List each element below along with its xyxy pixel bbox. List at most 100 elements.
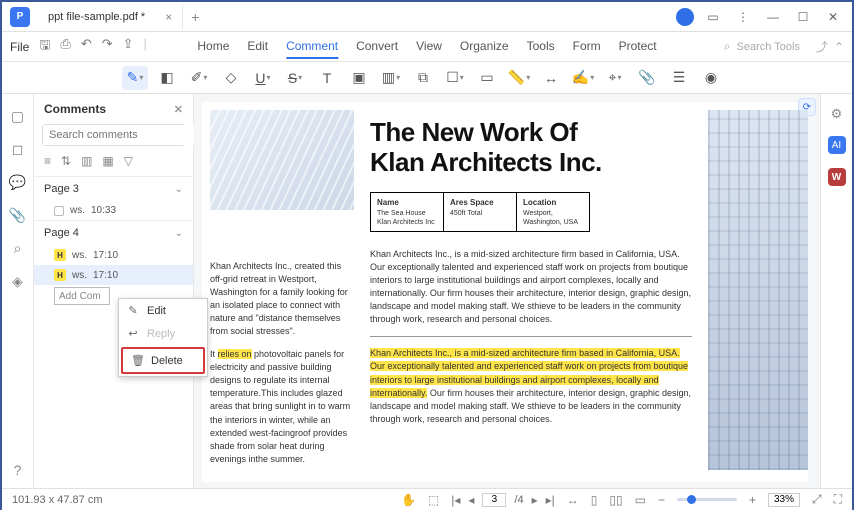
callout-tool[interactable]: ▣: [346, 66, 372, 90]
first-page-icon[interactable]: |◂: [451, 493, 460, 507]
hand-tool-icon[interactable]: ✋: [401, 493, 416, 507]
collapse-ribbon-icon[interactable]: ⌃: [834, 40, 844, 54]
zoom-slider[interactable]: [677, 498, 737, 501]
comments-list-tool[interactable]: ☰: [666, 66, 692, 90]
tab-protect[interactable]: Protect: [619, 35, 657, 59]
search-tools-input[interactable]: Search Tools: [737, 41, 800, 53]
close-panel-icon[interactable]: ✕: [174, 103, 183, 116]
file-menu[interactable]: File: [10, 40, 29, 54]
tab-organize[interactable]: Organize: [460, 35, 509, 59]
document-area[interactable]: ⟳ Khan Architects Inc., created this off…: [194, 94, 820, 488]
distance-tool[interactable]: ↔: [538, 66, 564, 90]
highlighted-text[interactable]: relies on: [218, 349, 252, 359]
feedback-icon[interactable]: ▭: [702, 10, 724, 24]
signature-tool[interactable]: ✍▾: [570, 66, 596, 90]
comment-user: ws.: [72, 250, 87, 261]
help-icon[interactable]: ?: [14, 462, 22, 478]
zoom-in-icon[interactable]: +: [749, 493, 756, 507]
fit-width-icon[interactable]: ↔: [567, 493, 579, 507]
tab-comment[interactable]: Comment: [286, 35, 338, 59]
checkbox[interactable]: [54, 206, 64, 216]
word-export-icon[interactable]: W: [828, 168, 846, 186]
tab-form[interactable]: Form: [573, 35, 601, 59]
reply-icon: ↩: [127, 327, 139, 340]
comment-item[interactable]: H ws. 17:10: [34, 245, 193, 265]
layers-icon[interactable]: ◈: [12, 273, 23, 290]
document-tab[interactable]: ppt file-sample.pdf * ×: [38, 5, 183, 29]
two-page-icon[interactable]: ▯▯: [609, 493, 622, 507]
comment-item[interactable]: ws. 10:33: [34, 201, 193, 220]
left-paragraph-1: Khan Architects Inc., created this off-g…: [210, 260, 354, 338]
left-paragraph-2: It relies on photovoltaic panels for ele…: [210, 348, 354, 465]
zoom-knob[interactable]: [687, 495, 696, 504]
user-avatar[interactable]: [676, 8, 694, 26]
thumbnails-icon[interactable]: ▢: [11, 108, 24, 125]
context-delete[interactable]: 🗑 Delete: [121, 347, 205, 374]
add-comment-input[interactable]: Add Com: [54, 287, 110, 305]
tab-view[interactable]: View: [416, 35, 442, 59]
stamp2-tool[interactable]: ⌖▾: [602, 66, 628, 90]
page-input[interactable]: [482, 493, 506, 507]
more-icon[interactable]: ⋮: [732, 10, 754, 24]
fit-page-icon[interactable]: ⤢: [812, 492, 822, 507]
text-box-tool[interactable]: ⧉: [410, 66, 436, 90]
measure-tool[interactable]: 📏▾: [506, 66, 532, 90]
ai-assistant-icon[interactable]: AI: [828, 136, 846, 154]
context-menu: ✎ Edit ↩ Reply 🗑 Delete: [118, 298, 208, 377]
redo-icon[interactable]: ↷: [102, 36, 113, 58]
pencil-tool[interactable]: ✐▾: [186, 66, 212, 90]
comments-panel: Comments ✕ ⌕ ≡ ⇅ ▥ ▦ ▽ Page 3 ⌄ ws. 10:3…: [34, 94, 194, 488]
filter2-icon[interactable]: ▦: [102, 154, 113, 168]
bookmarks-icon[interactable]: ◻: [12, 141, 24, 158]
fullscreen-icon[interactable]: ⛶: [834, 492, 842, 507]
text-tool[interactable]: T: [314, 66, 340, 90]
context-delete-label: Delete: [151, 355, 183, 367]
tab-edit[interactable]: Edit: [247, 35, 268, 59]
print-icon[interactable]: ⎙: [60, 36, 70, 58]
attachment-tool[interactable]: 📎: [634, 66, 660, 90]
filter-icon[interactable]: ▽: [124, 154, 133, 168]
tab-convert[interactable]: Convert: [356, 35, 398, 59]
tab-home[interactable]: Home: [197, 35, 229, 59]
zoom-percent-input[interactable]: [768, 493, 800, 507]
comments-search-input[interactable]: [43, 125, 197, 145]
settings-icon[interactable]: ⚙: [831, 106, 843, 122]
comment-item-selected[interactable]: H ws. 17:10: [34, 265, 193, 285]
maximize-button[interactable]: ☐: [792, 10, 814, 24]
underline-tool[interactable]: U▾: [250, 66, 276, 90]
minimize-button[interactable]: —: [762, 10, 784, 24]
comments-search[interactable]: ⌕: [42, 124, 185, 146]
hide-comments-tool[interactable]: ◉: [698, 66, 724, 90]
single-page-icon[interactable]: ▯: [591, 493, 598, 507]
save-icon[interactable]: 🖫: [39, 36, 50, 58]
undo-icon[interactable]: ↶: [81, 36, 92, 58]
close-button[interactable]: ✕: [822, 10, 844, 24]
select-tool-icon[interactable]: ⬚: [428, 493, 439, 507]
context-edit[interactable]: ✎ Edit: [119, 299, 207, 322]
area-highlight-tool[interactable]: ◧: [154, 66, 180, 90]
add-tab-button[interactable]: +: [191, 9, 199, 25]
last-page-icon[interactable]: ▸|: [546, 493, 555, 507]
next-page-icon[interactable]: ▸: [532, 493, 538, 507]
highlight-tool[interactable]: ✎▾: [122, 66, 148, 90]
read-mode-icon[interactable]: ▭: [635, 493, 646, 507]
shape-tool[interactable]: ☐▾: [442, 66, 468, 90]
strikethrough-tool[interactable]: S▾: [282, 66, 308, 90]
search-pane-icon[interactable]: ⌕: [14, 240, 22, 257]
attachments-icon[interactable]: 📎: [9, 207, 26, 224]
tab-tools[interactable]: Tools: [527, 35, 555, 59]
filter1-icon[interactable]: ▥: [81, 154, 92, 168]
comments-pane-icon[interactable]: 💬: [9, 174, 26, 191]
prev-page-icon[interactable]: ◂: [468, 493, 474, 507]
note-tool[interactable]: ▥▾: [378, 66, 404, 90]
eraser-tool[interactable]: ◇: [218, 66, 244, 90]
page3-header[interactable]: Page 3 ⌄: [34, 176, 193, 201]
share-icon[interactable]: ⤴: [816, 38, 828, 55]
expand-all-icon[interactable]: ≡: [44, 154, 51, 168]
close-tab-icon[interactable]: ×: [165, 10, 172, 24]
sort-icon[interactable]: ⇅: [61, 154, 71, 168]
stamp-tool[interactable]: ▭: [474, 66, 500, 90]
export-icon[interactable]: ⇪: [123, 36, 134, 58]
zoom-out-icon[interactable]: −: [658, 493, 665, 507]
page4-header[interactable]: Page 4 ⌄: [34, 220, 193, 245]
